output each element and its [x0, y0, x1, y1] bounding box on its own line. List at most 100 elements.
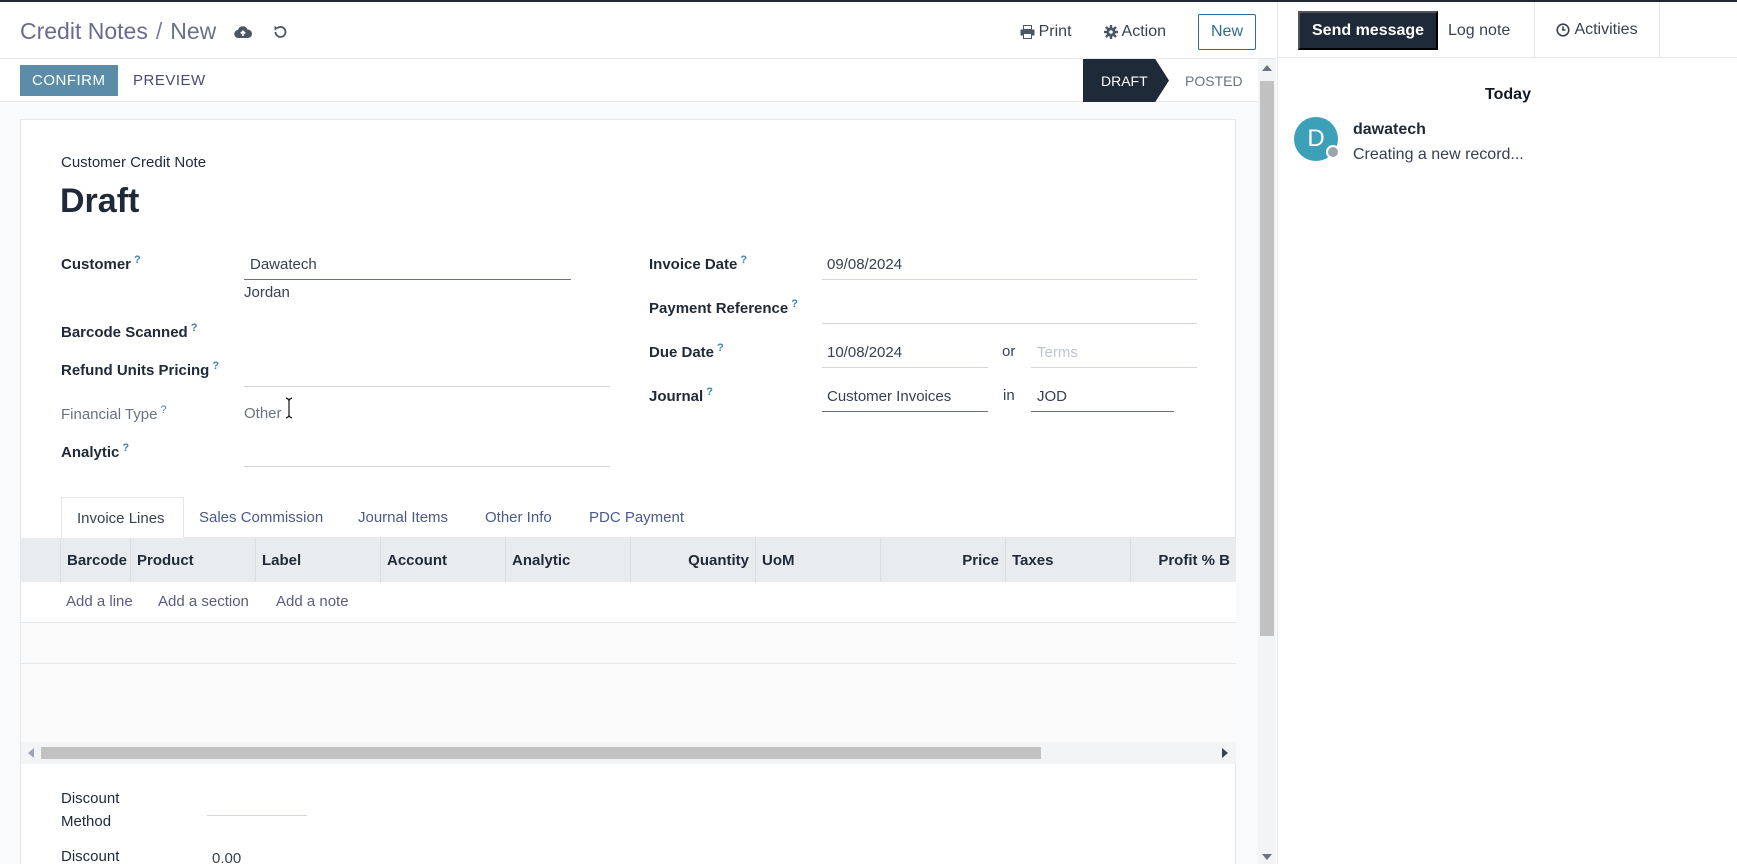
- table-row: [21, 623, 1236, 664]
- print-label: Print: [1038, 23, 1072, 40]
- customer-help-icon[interactable]: ?: [134, 254, 141, 266]
- customer-address: Jordan: [244, 284, 290, 301]
- text-cursor-icon: [285, 397, 293, 419]
- breadcrumb-current: New: [170, 18, 217, 44]
- financial-type-value: Other: [244, 405, 282, 422]
- tab-other-info[interactable]: Other Info: [470, 497, 567, 538]
- due-date-help-icon[interactable]: ?: [717, 342, 724, 354]
- column-analytic[interactable]: Analytic: [505, 538, 630, 582]
- date-separator: Today: [1485, 86, 1531, 103]
- log-note-button[interactable]: Log note: [1438, 11, 1520, 50]
- barcode-help-icon[interactable]: ?: [191, 322, 198, 334]
- journal-field[interactable]: Customer Invoices: [822, 388, 988, 412]
- action-label: Action: [1121, 23, 1166, 40]
- refund-pricing-field[interactable]: [244, 362, 610, 387]
- payment-reference-field[interactable]: [822, 298, 1197, 324]
- discount-method-label: Discount Method: [61, 790, 120, 830]
- document-type-label: Customer Credit Note: [61, 154, 207, 171]
- gear-icon: [1103, 25, 1118, 39]
- print-icon: [1020, 25, 1035, 39]
- scroll-right-icon[interactable]: [1222, 748, 1228, 758]
- payment-reference-label: Payment Reference?: [649, 298, 798, 317]
- horizontal-scrollbar-thumb[interactable]: [41, 747, 1041, 759]
- control-panel-actions: Print Action New: [1020, 14, 1256, 50]
- add-line-link[interactable]: Add a line: [66, 593, 133, 610]
- column-taxes[interactable]: Taxes: [1005, 538, 1130, 582]
- journal-help-icon[interactable]: ?: [706, 386, 713, 398]
- tab-invoice-lines[interactable]: Invoice Lines: [61, 497, 184, 538]
- horizontal-scrollbar[interactable]: [21, 742, 1236, 764]
- stage-posted[interactable]: POSTED: [1185, 59, 1243, 102]
- breadcrumb-separator: /: [155, 18, 163, 44]
- column-uom[interactable]: UoM: [755, 538, 880, 582]
- preview-button[interactable]: PREVIEW: [133, 65, 206, 96]
- discount-method-field[interactable]: [207, 792, 307, 816]
- analytic-label: Analytic?: [61, 442, 130, 461]
- message-body: Creating a new record...: [1353, 146, 1524, 163]
- scroll-down-icon[interactable]: [1262, 854, 1272, 860]
- column-barcode[interactable]: Barcode: [60, 538, 130, 582]
- discount-label: Discount: [61, 848, 120, 864]
- tab-pdc-payment[interactable]: PDC Payment: [574, 497, 699, 538]
- chatter-panel: Send message Log note Activities Today D…: [1277, 2, 1737, 864]
- currency-field[interactable]: JOD: [1031, 388, 1174, 412]
- table-row: [21, 664, 1236, 705]
- invoice-date-help-icon[interactable]: ?: [740, 254, 747, 266]
- vertical-scrollbar-thumb[interactable]: [1260, 81, 1274, 636]
- financial-type-label: Financial Type?: [61, 404, 167, 423]
- discard-undo-icon[interactable]: [272, 24, 288, 40]
- control-panel: Credit Notes / New Print Action New: [0, 2, 1276, 59]
- payment-terms-field[interactable]: Terms: [1031, 344, 1197, 368]
- send-message-button[interactable]: Send message: [1298, 11, 1439, 50]
- due-date-field[interactable]: 10/08/2024: [822, 344, 988, 368]
- clock-icon: [1556, 23, 1571, 37]
- journal-label: Journal?: [649, 386, 713, 405]
- cloud-upload-icon[interactable]: [234, 25, 253, 39]
- scroll-left-icon[interactable]: [28, 748, 34, 758]
- column-product[interactable]: Product: [130, 538, 255, 582]
- new-button[interactable]: New: [1197, 14, 1256, 50]
- barcode-label: Barcode Scanned?: [61, 322, 198, 341]
- refund-help-icon[interactable]: ?: [212, 360, 219, 372]
- tab-journal-items[interactable]: Journal Items: [343, 497, 463, 538]
- stage-draft[interactable]: DRAFT: [1083, 59, 1169, 102]
- action-menu[interactable]: Action: [1103, 23, 1166, 41]
- breadcrumb-parent[interactable]: Credit Notes: [20, 18, 148, 45]
- customer-label: Customer?: [61, 254, 141, 273]
- add-note-link[interactable]: Add a note: [276, 593, 349, 610]
- financial-type-help-icon[interactable]: ?: [160, 404, 166, 416]
- add-section-link[interactable]: Add a section: [158, 593, 249, 610]
- form-view: Credit Notes / New Print Action New CONF…: [0, 2, 1276, 864]
- discount-value[interactable]: 0.00: [212, 850, 241, 864]
- column-label[interactable]: Label: [255, 538, 380, 582]
- chatter-toolbar: Send message Log note Activities: [1278, 2, 1737, 58]
- tab-sales-commission[interactable]: Sales Commission: [184, 497, 338, 538]
- table-row: [21, 704, 1236, 745]
- avatar[interactable]: D: [1294, 117, 1340, 161]
- invoice-date-label: Invoice Date?: [649, 254, 748, 273]
- presence-status-icon: [1326, 145, 1340, 159]
- analytic-help-icon[interactable]: ?: [122, 442, 129, 454]
- scroll-up-icon[interactable]: [1262, 65, 1272, 71]
- invoice-date-field[interactable]: 09/08/2024: [822, 256, 1197, 280]
- message-author[interactable]: dawatech: [1353, 121, 1426, 139]
- refund-pricing-label: Refund Units Pricing?: [61, 360, 220, 379]
- record-title: Draft: [60, 182, 140, 220]
- analytic-field[interactable]: [244, 442, 610, 467]
- print-menu[interactable]: Print: [1020, 23, 1072, 41]
- column-profit[interactable]: Profit % B: [1130, 538, 1236, 582]
- column-price[interactable]: Price: [880, 538, 1005, 582]
- invoice-lines-header: Barcode Product Label Account Analytic Q…: [21, 538, 1236, 582]
- vertical-scrollbar[interactable]: [1258, 59, 1276, 864]
- column-account[interactable]: Account: [380, 538, 505, 582]
- statusbar: CONFIRM PREVIEW DRAFT POSTED: [0, 59, 1258, 102]
- due-date-label: Due Date?: [649, 342, 724, 361]
- customer-field[interactable]: Dawatech: [244, 256, 571, 280]
- due-date-or-text: or: [1002, 343, 1016, 360]
- activities-label: Activities: [1574, 21, 1638, 38]
- column-quantity[interactable]: Quantity: [630, 538, 755, 582]
- confirm-button[interactable]: CONFIRM: [20, 65, 118, 96]
- journal-in-text: in: [1003, 387, 1015, 404]
- activities-button[interactable]: Activities: [1534, 2, 1660, 58]
- payment-reference-help-icon[interactable]: ?: [791, 298, 798, 310]
